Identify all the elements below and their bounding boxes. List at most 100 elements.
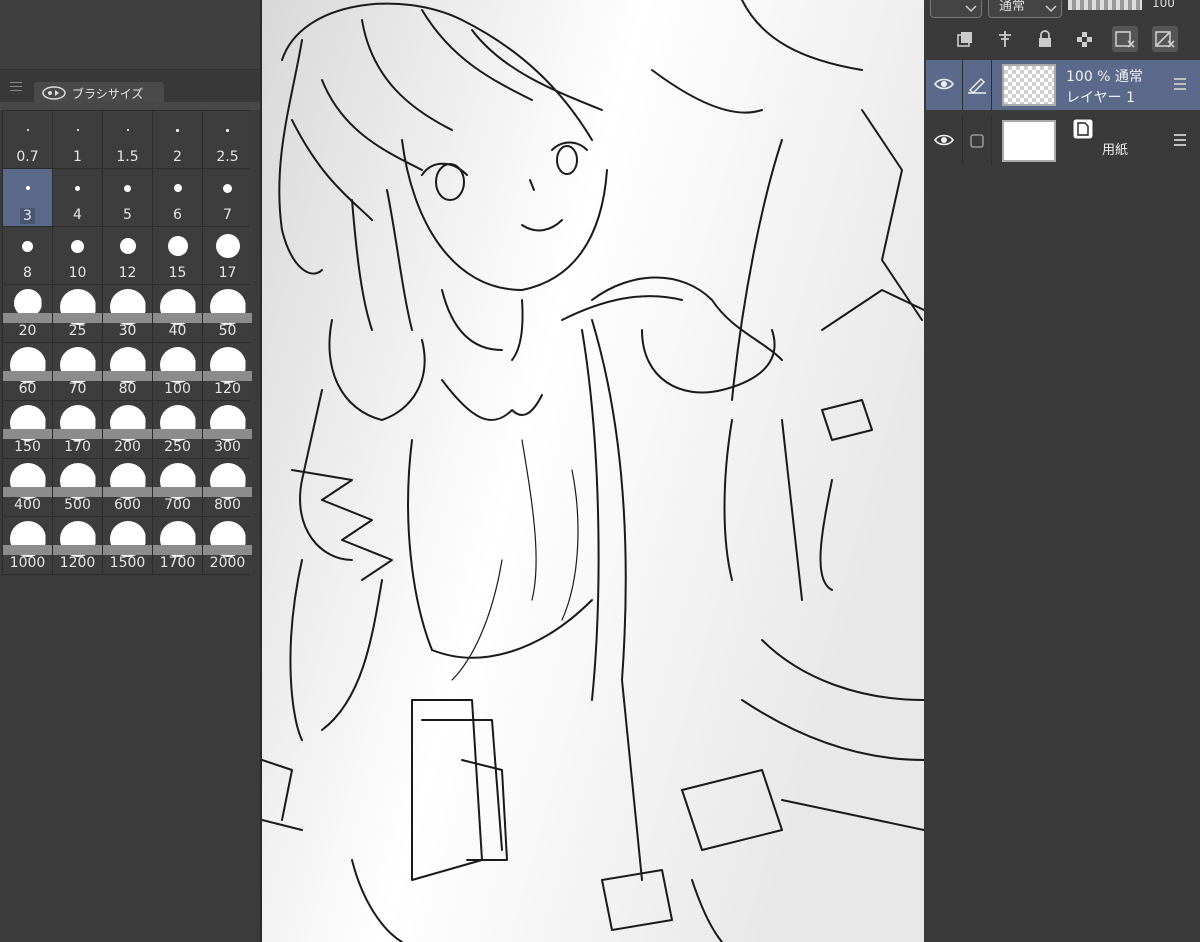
- brush-preview: [3, 227, 52, 265]
- brush-size-170[interactable]: 170: [53, 401, 102, 458]
- brush-size-50[interactable]: 50: [203, 285, 252, 342]
- brush-size-6[interactable]: 6: [153, 169, 202, 226]
- brush-size-0-7[interactable]: 0.7: [3, 111, 52, 168]
- brush-dot-icon: [75, 185, 80, 191]
- opacity-slider[interactable]: [1068, 0, 1142, 10]
- brush-size-8[interactable]: 8: [3, 227, 52, 284]
- layer-menu-icon[interactable]: [1174, 78, 1186, 93]
- reference-layer-icon[interactable]: [1112, 26, 1138, 52]
- brush-size-30[interactable]: 30: [103, 285, 152, 342]
- brush-size-1-5[interactable]: 1.5: [103, 111, 152, 168]
- brush-size-label: 60: [3, 381, 52, 397]
- eye-icon[interactable]: [934, 133, 954, 147]
- left-panel-top-area: [0, 0, 260, 70]
- brush-size-700[interactable]: 700: [153, 459, 202, 516]
- blend-mode-value: 通常: [999, 0, 1026, 14]
- brush-size-250[interactable]: 250: [153, 401, 202, 458]
- brush-size-300[interactable]: 300: [203, 401, 252, 458]
- brush-size-value: 600: [114, 497, 141, 513]
- color-mode-dropdown[interactable]: [930, 0, 982, 18]
- brush-size-1[interactable]: 1: [53, 111, 102, 168]
- brush-size-25[interactable]: 25: [53, 285, 102, 342]
- blend-mode-dropdown[interactable]: 通常: [988, 0, 1062, 18]
- brush-size-value: 250: [164, 439, 191, 455]
- edit-target-cell[interactable]: [962, 60, 992, 110]
- brush-size-value: 1: [73, 149, 82, 165]
- brush-size-20[interactable]: 20: [3, 285, 52, 342]
- brush-size-60[interactable]: 60: [3, 343, 52, 400]
- brush-size-120[interactable]: 120: [203, 343, 252, 400]
- brush-preview: [203, 169, 252, 207]
- brush-size-label: 500: [53, 497, 102, 513]
- brush-preview-shade: [203, 487, 252, 497]
- brush-size-100[interactable]: 100: [153, 343, 202, 400]
- lock-icon[interactable]: [1032, 26, 1058, 52]
- brush-size-value: 25: [68, 323, 87, 339]
- eye-icon[interactable]: [934, 77, 954, 91]
- brush-preview-shade: [3, 429, 52, 439]
- brush-size-1500[interactable]: 1500: [103, 517, 152, 574]
- brush-size-label: 170: [53, 439, 102, 455]
- brush-size-label: 3: [3, 208, 52, 224]
- chevron-down-icon: [1045, 5, 1057, 13]
- brush-size-label: 1200: [53, 555, 102, 571]
- brush-size-value: 0.7: [16, 149, 39, 165]
- layer-thumbnail: [1002, 64, 1056, 106]
- tab-brush-size[interactable]: ブラシサイズ: [34, 82, 164, 104]
- brush-size-label: 1700: [153, 555, 202, 571]
- brush-size-150[interactable]: 150: [3, 401, 52, 458]
- brush-size-1200[interactable]: 1200: [53, 517, 102, 574]
- layer-menu-icon[interactable]: [1174, 134, 1186, 149]
- layer-panel: 通常 100 100 % 通常 レイヤー 1 用紙: [926, 0, 1200, 942]
- brush-size-2[interactable]: 2: [153, 111, 202, 168]
- opacity-value: 100: [1152, 0, 1175, 10]
- brush-size-4[interactable]: 4: [53, 169, 102, 226]
- layer-copy-icon[interactable]: [952, 26, 978, 52]
- layer-row-1[interactable]: 100 % 通常 レイヤー 1: [926, 60, 1200, 110]
- brush-size-200[interactable]: 200: [103, 401, 152, 458]
- brush-size-value: 1200: [59, 555, 96, 571]
- brush-size-label: 600: [103, 497, 152, 513]
- brush-dot-icon: [22, 240, 33, 252]
- brush-size-value: 20: [18, 323, 37, 339]
- brush-size-500[interactable]: 500: [53, 459, 102, 516]
- brush-size-10[interactable]: 10: [53, 227, 102, 284]
- brush-size-label: 300: [203, 439, 252, 455]
- brush-size-label: 10: [53, 265, 102, 281]
- brush-size-40[interactable]: 40: [153, 285, 202, 342]
- brush-size-12[interactable]: 12: [103, 227, 152, 284]
- brush-preview-shade: [153, 545, 202, 555]
- drawing-canvas[interactable]: [260, 0, 924, 942]
- brush-size-2-5[interactable]: 2.5: [203, 111, 252, 168]
- brush-size-400[interactable]: 400: [3, 459, 52, 516]
- brush-preview-shade: [203, 429, 252, 439]
- brush-size-label: 12: [103, 265, 152, 281]
- brush-size-2000[interactable]: 2000: [203, 517, 252, 574]
- brush-size-80[interactable]: 80: [103, 343, 152, 400]
- brush-size-70[interactable]: 70: [53, 343, 102, 400]
- brush-preview-shade: [53, 371, 102, 381]
- brush-size-800[interactable]: 800: [203, 459, 252, 516]
- layer-row-paper[interactable]: 用紙: [926, 116, 1200, 166]
- panel-menu-icon[interactable]: [10, 82, 22, 92]
- brush-size-label: 1: [53, 149, 102, 165]
- brush-size-label: 2000: [203, 555, 252, 571]
- mask-icon[interactable]: [1152, 26, 1178, 52]
- brush-size-17[interactable]: 17: [203, 227, 252, 284]
- brush-size-3[interactable]: 3: [3, 169, 52, 226]
- brush-size-1700[interactable]: 1700: [153, 517, 202, 574]
- clip-pin-icon[interactable]: [992, 26, 1018, 52]
- brush-size-600[interactable]: 600: [103, 459, 152, 516]
- brush-dot-icon: [119, 238, 136, 254]
- brush-size-value: 3: [20, 208, 35, 224]
- brush-dot-icon: [226, 128, 229, 132]
- edit-target-cell[interactable]: [962, 116, 992, 166]
- brush-size-7[interactable]: 7: [203, 169, 252, 226]
- brush-size-5[interactable]: 5: [103, 169, 152, 226]
- paper-layer-icon: [1072, 118, 1094, 140]
- transparency-lock-icon[interactable]: [1072, 26, 1098, 52]
- brush-size-1000[interactable]: 1000: [3, 517, 52, 574]
- brush-size-15[interactable]: 15: [153, 227, 202, 284]
- brush-size-value: 6: [173, 207, 182, 223]
- brush-size-value: 170: [64, 439, 91, 455]
